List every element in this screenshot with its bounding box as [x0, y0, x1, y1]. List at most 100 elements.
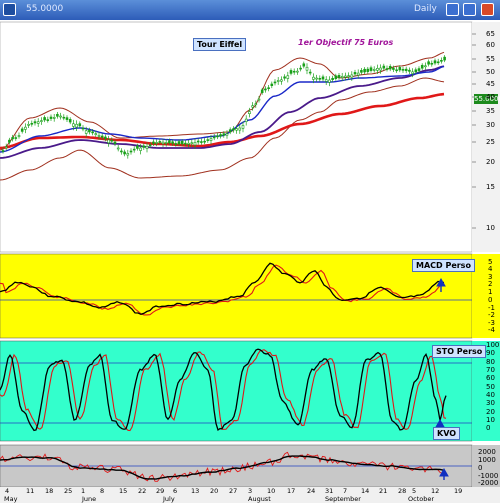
price-y-tick: 60	[486, 41, 495, 49]
date-tick: 8	[100, 487, 105, 495]
candle-body	[88, 129, 91, 133]
candle-body	[68, 119, 72, 123]
candle-body	[180, 140, 184, 145]
label-kvo: KVO	[433, 427, 461, 440]
candle-body	[200, 141, 203, 143]
candle-body	[196, 140, 200, 143]
label-tour-eiffel: Tour Eiffel	[193, 38, 247, 51]
candle-body	[430, 62, 434, 65]
candle-body	[350, 74, 354, 78]
price-y-tick: 50	[486, 68, 495, 76]
date-tick: 24	[307, 487, 316, 495]
date-tick: 5	[412, 487, 417, 495]
candle-body	[136, 145, 139, 149]
candle-body	[174, 143, 178, 145]
candle-body	[132, 148, 136, 151]
candle-body	[232, 128, 235, 131]
sto-y-tick: 100	[486, 341, 500, 349]
candle-body	[296, 70, 299, 73]
sto-panel	[0, 340, 473, 442]
candle-body	[59, 115, 62, 118]
sto-y-tick: 0	[486, 424, 491, 432]
candle-body	[24, 126, 27, 130]
macd-y-tick: 2	[488, 280, 493, 288]
candle-body	[382, 65, 386, 69]
date-tick: 17	[287, 487, 296, 495]
minimize-icon[interactable]	[446, 3, 459, 16]
candle-body	[33, 121, 37, 124]
candle-body	[36, 121, 40, 124]
candle-body	[155, 142, 158, 144]
candle-body	[398, 67, 402, 71]
candle-body	[11, 137, 14, 140]
candle-body	[356, 72, 360, 76]
date-tick: 7	[343, 487, 348, 495]
price-y-tick: 40	[486, 93, 495, 101]
candle-body	[366, 68, 370, 72]
macd-y-tick: 1	[488, 288, 493, 296]
candle-body	[164, 142, 168, 144]
kvo-y-tick: 0	[478, 464, 483, 472]
price-y-tick: 30	[486, 121, 495, 129]
close-icon[interactable]	[481, 3, 494, 16]
month-label: October	[408, 495, 435, 503]
candle-body	[148, 144, 152, 147]
price-y-tick: 20	[486, 158, 495, 166]
candle-body	[107, 139, 110, 144]
date-tick: 14	[361, 487, 370, 495]
sto-y-tick: 70	[486, 366, 495, 374]
price-y-tick: 10	[486, 224, 495, 232]
candle-body	[139, 147, 142, 151]
candle-body	[328, 79, 331, 83]
candle-body	[363, 68, 366, 73]
sto-y-tick: 90	[486, 349, 495, 357]
date-tick: 25	[64, 487, 73, 495]
candle-body	[209, 138, 213, 141]
title-bar: 55.0000 Daily	[0, 0, 500, 20]
candle-body	[270, 83, 274, 86]
candle-body	[187, 142, 190, 145]
candle-body	[116, 147, 120, 150]
candle-body	[440, 59, 443, 62]
candle-body	[404, 68, 408, 72]
month-label: May	[4, 495, 18, 503]
candle-body	[20, 128, 24, 132]
candle-body	[379, 67, 382, 71]
window-menu-icon[interactable]	[3, 3, 16, 16]
candle-body	[219, 134, 222, 137]
candle-body	[81, 127, 85, 130]
kvo-y-tick: 1000	[478, 456, 496, 464]
candle-body	[193, 142, 197, 146]
candle-body	[318, 77, 322, 80]
candle-body	[267, 87, 270, 89]
candle-body	[299, 67, 302, 70]
macd-y-tick: -2	[488, 311, 495, 319]
maximize-icon[interactable]	[463, 3, 476, 16]
candle-body	[46, 119, 50, 121]
candle-body	[228, 129, 232, 133]
macd-axis	[472, 254, 500, 338]
window-title: 55.0000	[26, 4, 64, 14]
candle-body	[360, 70, 363, 73]
month-label: July	[163, 495, 175, 503]
candle-body	[212, 136, 216, 139]
candle-body	[113, 141, 117, 144]
candle-body	[8, 139, 11, 143]
candle-body	[177, 141, 181, 145]
candle-body	[414, 69, 418, 73]
price-y-tick: 65	[486, 30, 495, 38]
candle-body	[203, 140, 206, 143]
candle-body	[324, 79, 328, 82]
macd-y-tick: 4	[488, 265, 493, 273]
candle-body	[97, 135, 101, 137]
candle-body	[331, 77, 334, 80]
period-label: Daily	[414, 4, 437, 14]
date-tick: 27	[229, 487, 238, 495]
candle-body	[433, 60, 437, 64]
candle-body	[184, 142, 187, 145]
candle-body	[427, 61, 430, 65]
candle-body	[152, 141, 155, 144]
date-tick: 1	[81, 487, 86, 495]
candle-body	[308, 71, 312, 74]
kvo-y-tick: -2000	[478, 479, 499, 487]
